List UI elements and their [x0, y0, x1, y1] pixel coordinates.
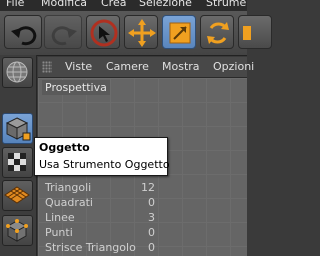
stat-value: 0: [148, 196, 155, 209]
checker-cube-icon: [8, 153, 26, 171]
stat-label: Triangoli: [45, 181, 92, 194]
move-tool-button[interactable]: [124, 15, 158, 49]
stat-value: 12: [141, 181, 155, 194]
undo-icon: [11, 26, 37, 46]
menu-modifica[interactable]: Modifica: [41, 0, 87, 9]
tooltip-description: Usa Strumento Oggetto: [39, 158, 170, 171]
stat-value: 0: [148, 226, 155, 239]
grip-handle-icon[interactable]: [42, 61, 52, 73]
cube-points-icon: [6, 219, 28, 242]
more-tool-button[interactable]: [238, 15, 272, 49]
select-arrow-icon: [90, 19, 118, 47]
viewport-menu-camere[interactable]: Camere: [106, 60, 149, 73]
stat-value: 3: [148, 211, 155, 224]
palette-workplane-button[interactable]: [2, 180, 33, 211]
tooltip-title: Oggetto: [39, 141, 90, 154]
stat-row: Quadrati 0: [45, 196, 155, 210]
redo-button[interactable]: [44, 15, 82, 49]
grid-plane-icon: [4, 186, 30, 204]
undo-button[interactable]: [4, 15, 42, 49]
palette-texture-button[interactable]: [2, 147, 33, 178]
stat-row: Strisce Triangolo 0: [45, 241, 155, 255]
viewport-title: Prospettiva: [42, 80, 110, 95]
viewport-menu-opzioni[interactable]: Opzioni: [213, 60, 254, 73]
menu-crea[interactable]: Crea: [101, 0, 126, 9]
tooltip: Oggetto Usa Strumento Oggetto: [34, 137, 170, 176]
palette-object-button[interactable]: [2, 113, 33, 144]
menu-selezione[interactable]: Selezione: [139, 0, 192, 9]
stat-label: Strisce Triangolo: [45, 241, 136, 254]
viewport-menu-mostra[interactable]: Mostra: [162, 60, 200, 73]
scale-tool-button[interactable]: [162, 15, 196, 49]
stat-value: 0: [148, 241, 155, 254]
scale-icon: [169, 22, 191, 44]
palette-world-button[interactable]: [2, 57, 33, 88]
globe-grid-icon: [6, 61, 28, 83]
select-tool-button[interactable]: [86, 15, 120, 49]
main-toolbar: [0, 11, 272, 56]
stat-label: Quadrati: [45, 196, 93, 209]
rotate-icon: [207, 22, 229, 44]
left-palette: [0, 55, 37, 256]
rotate-tool-button[interactable]: [200, 15, 234, 49]
menu-strumenti[interactable]: Strumenti: [206, 0, 247, 9]
redo-icon: [51, 26, 77, 46]
cube-object-icon: [5, 117, 31, 141]
stat-row: Linee 3: [45, 211, 155, 225]
more-icon: [243, 26, 251, 40]
stat-row: Triangoli 12: [45, 181, 155, 195]
move-icon: [128, 19, 156, 47]
stat-label: Linee: [45, 211, 75, 224]
menu-file[interactable]: File: [6, 0, 24, 9]
stat-row: Punti 0: [45, 226, 155, 240]
palette-points-button[interactable]: [2, 215, 33, 246]
viewport-menu-viste[interactable]: Viste: [65, 60, 92, 73]
menu-bar: File Modifica Crea Selezione Strumenti: [0, 0, 247, 11]
viewport-menu-bar: Viste Camere Mostra Opzioni: [38, 57, 254, 78]
stat-label: Punti: [45, 226, 73, 239]
